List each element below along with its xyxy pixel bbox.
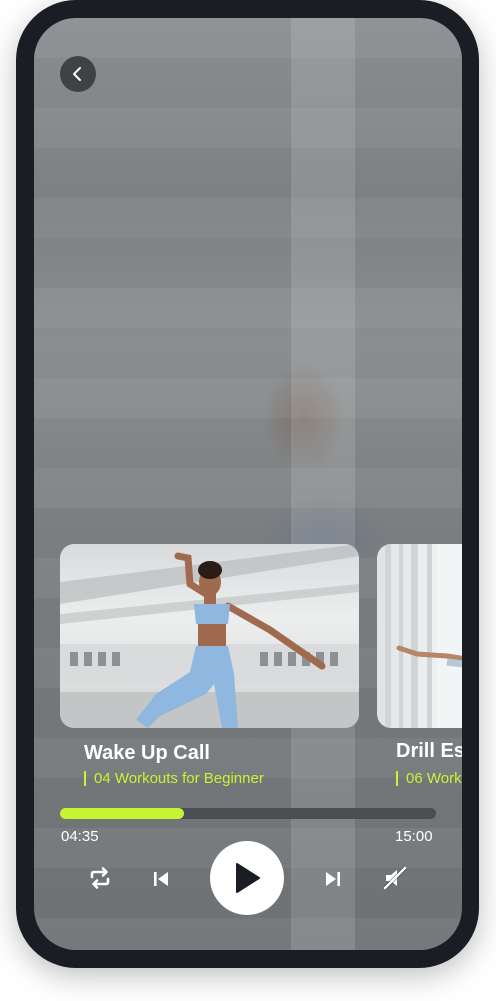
mute-button[interactable] (381, 864, 409, 892)
play-icon (236, 863, 260, 893)
skip-previous-icon (154, 872, 168, 886)
next-button[interactable] (322, 868, 344, 890)
workout-card-image[interactable] (60, 544, 359, 728)
repeat-icon (90, 867, 110, 889)
repeat-button[interactable] (86, 864, 114, 892)
play-button[interactable] (210, 841, 284, 915)
workout-photo (385, 544, 462, 728)
workout-photo (60, 544, 359, 728)
workout-title: Drill Ess (396, 740, 462, 762)
screen: Wake Up Call 04 Workouts for Beginner Dr… (34, 18, 462, 950)
previous-button[interactable] (150, 868, 172, 890)
workout-title: Wake Up Call (84, 742, 210, 764)
workout-card-image[interactable] (377, 544, 462, 728)
progress-bar-fill (60, 808, 185, 819)
volume-mute-icon (383, 866, 407, 890)
progress-bar[interactable] (60, 808, 436, 819)
current-time: 04:35 (61, 828, 99, 845)
back-button[interactable] (60, 56, 96, 92)
workout-subtitle: 06 Worko (396, 771, 462, 786)
total-time: 15:00 (395, 828, 433, 845)
skip-next-icon (326, 872, 340, 886)
workout-subtitle: 04 Workouts for Beginner (84, 771, 264, 786)
chevron-left-icon (73, 67, 81, 81)
